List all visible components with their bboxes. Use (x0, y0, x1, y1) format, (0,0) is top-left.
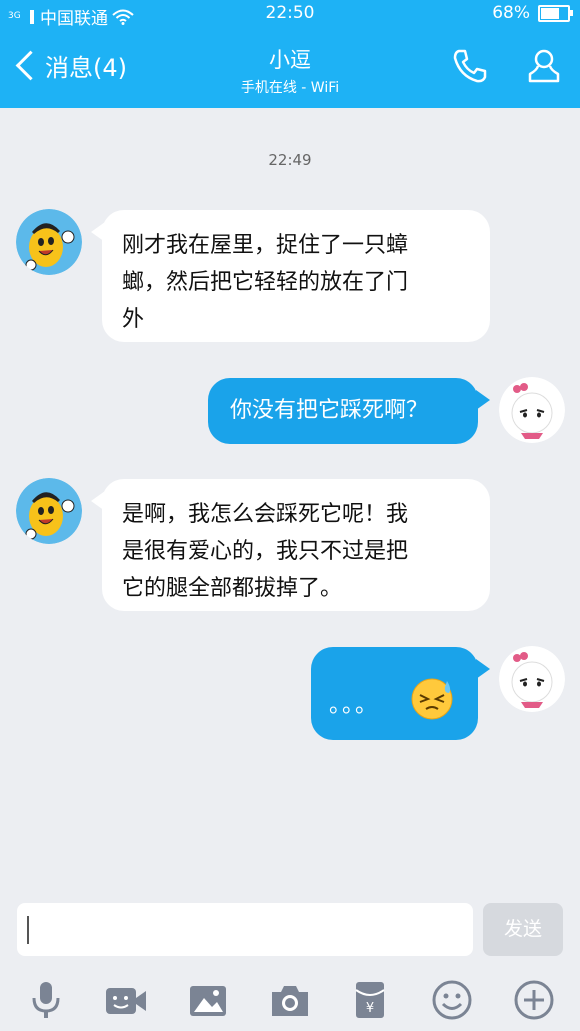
message-text-line: 是啊，我怎么会踩死它呢！我 (122, 502, 409, 527)
message-text-line: 是很有爱心的，我只不过是把 (122, 539, 409, 564)
contact-name: 小逗 (269, 48, 311, 72)
my-avatar[interactable] (499, 377, 565, 443)
input-toolbar: ¥ (0, 968, 580, 1031)
message-input[interactable] (17, 903, 473, 956)
message-text-line: 它的腿全部都拔掉了。 (122, 576, 343, 601)
message-text-line: 外 (122, 307, 145, 332)
girl-character-icon (499, 377, 565, 443)
bubble-tail (476, 659, 490, 679)
text-cursor (27, 916, 29, 944)
message-text-line: 你没有把它踩死啊？ (230, 398, 429, 423)
image-icon[interactable] (186, 978, 230, 1022)
bean-character-icon (16, 209, 82, 275)
camera-icon[interactable] (268, 978, 312, 1022)
message-bubble-outgoing[interactable]: 你没有把它踩死啊？ (208, 378, 478, 444)
red-packet-icon[interactable]: ¥ (348, 978, 392, 1022)
contact-profile-icon[interactable] (524, 46, 564, 86)
girl-character-icon (499, 646, 565, 712)
message-bubble-incoming[interactable]: 刚才我在屋里，捉住了一只蟑 螂，然后把它轻轻的放在了门 外 (102, 210, 490, 342)
message-bubble-incoming[interactable]: 是啊，我怎么会踩死它呢！我 是很有爱心的，我只不过是把 它的腿全部都拔掉了。 (102, 479, 490, 611)
battery-icon (538, 4, 573, 22)
svg-text:¥: ¥ (366, 1001, 374, 1016)
microphone-icon[interactable] (24, 978, 68, 1022)
header-bar: 3G 中国联通 22:50 68% 消息(4) 小逗 手机在线 - WiFi (0, 0, 580, 108)
message-bubble-outgoing[interactable]: 。。。 (311, 647, 478, 740)
contact-status: 手机在线 - WiFi (240, 80, 340, 96)
emoji-icon[interactable] (430, 978, 474, 1022)
status-bar: 3G 中国联通 22:50 68% (0, 0, 580, 29)
chat-timestamp: 22:49 (268, 151, 312, 169)
bubble-tail (476, 390, 490, 410)
contact-avatar[interactable] (16, 209, 82, 275)
send-button[interactable]: 发送 (483, 903, 563, 956)
video-icon[interactable] (104, 978, 148, 1022)
phone-icon[interactable] (450, 46, 490, 86)
contact-avatar[interactable] (16, 478, 82, 544)
conversation-title: 小逗 手机在线 - WiFi (0, 44, 580, 97)
my-avatar[interactable] (499, 646, 565, 712)
message-text-line: 刚才我在屋里，捉住了一只蟑 (122, 233, 409, 258)
plus-icon[interactable] (512, 978, 556, 1022)
bean-character-icon (16, 478, 82, 544)
sweat-face-emoji-icon (411, 678, 453, 720)
battery-percent: 68% (492, 3, 530, 23)
message-text-line: 。。。 (329, 693, 380, 718)
message-text-line: 螂，然后把它轻轻的放在了门 (122, 270, 409, 295)
